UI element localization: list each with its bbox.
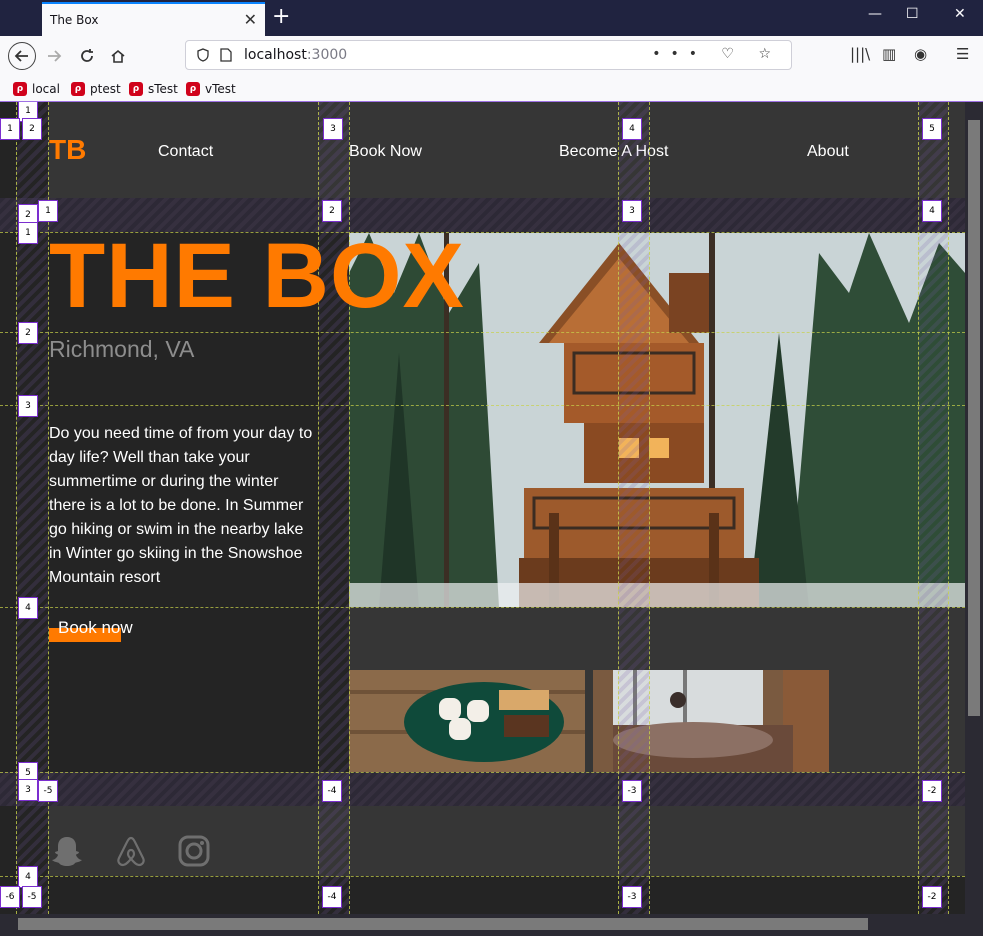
grid-label: 1: [0, 118, 20, 140]
grid-label: -4: [322, 886, 342, 908]
description-text: Do you need time of from your day to day…: [49, 425, 313, 586]
home-button[interactable]: [104, 42, 132, 70]
nav-contact[interactable]: Contact: [158, 143, 213, 161]
grid-line: [0, 405, 965, 406]
library-icon[interactable]: |||\: [850, 45, 870, 63]
pocket-bookmark-icon: ρ: [129, 82, 143, 96]
minimize-button[interactable]: —: [868, 6, 882, 22]
sidebar-icon[interactable]: ▥: [882, 45, 896, 63]
hero-title: THE BOX: [49, 225, 465, 327]
bookmark-label: vTest: [205, 82, 236, 96]
back-button[interactable]: [8, 42, 36, 70]
nav-book-now[interactable]: Book Now: [349, 143, 422, 161]
url-bar[interactable]: localhost:3000 ••• ♡ ☆: [185, 40, 792, 70]
account-icon[interactable]: ◉: [914, 45, 927, 63]
scrollbar-thumb[interactable]: [968, 120, 980, 716]
more-actions-icon[interactable]: •••: [652, 46, 707, 62]
bookmark-label: local: [32, 82, 60, 96]
url-actions: ••• ♡ ☆: [652, 46, 781, 62]
grid-line: [948, 102, 949, 914]
grid-line: [16, 102, 17, 914]
shield-icon: [197, 48, 209, 62]
pocket-bookmark-icon: ρ: [71, 82, 85, 96]
grid-gap-row: [0, 772, 965, 806]
grid-label: 3: [18, 779, 38, 801]
grid-label: 4: [622, 118, 642, 140]
grid-line: [649, 102, 650, 914]
book-now-button[interactable]: Book now: [49, 618, 133, 642]
navigation-toolbar: localhost:3000 ••• ♡ ☆ |||\ ▥ ◉ ☰: [0, 36, 983, 76]
tab-the-box[interactable]: The Box ✕: [42, 2, 265, 36]
nav-about[interactable]: About: [807, 143, 849, 161]
grid-line: [0, 607, 965, 608]
grid-label: 5: [922, 118, 942, 140]
location-subtitle: Richmond, VA: [49, 336, 195, 362]
bookmark-stest[interactable]: ρ sTest: [129, 82, 178, 96]
tab-title: The Box: [50, 13, 99, 27]
grid-label: 4: [922, 200, 942, 222]
airbnb-icon[interactable]: [114, 834, 148, 868]
grid-line: [0, 772, 965, 773]
reload-icon: [81, 49, 93, 62]
grid-line: [349, 102, 350, 914]
grid-line: [0, 332, 965, 333]
grid-label: 3: [323, 118, 343, 140]
grid-line: [0, 876, 965, 877]
bookmark-vtest[interactable]: ρ vTest: [186, 82, 236, 96]
scrollbar-thumb[interactable]: [18, 918, 868, 930]
horizontal-scrollbar[interactable]: [0, 914, 983, 936]
tab-strip: The Box ✕ + — ☐ ✕: [0, 0, 983, 36]
thumb-smores: [349, 670, 585, 772]
bookmark-ptest[interactable]: ρ ptest: [71, 82, 121, 96]
grid-line: [918, 102, 919, 914]
site-logo[interactable]: TB: [49, 134, 86, 166]
grid-label: 1: [18, 222, 38, 244]
web-page: TB Contact Book Now Become A Host About: [0, 102, 965, 914]
pocket-icon[interactable]: ♡: [721, 46, 744, 62]
arrow-left-icon: [14, 50, 28, 62]
grid-label: 4: [18, 866, 38, 888]
url-host: localhost: [244, 47, 307, 63]
page-icon: [220, 48, 232, 62]
book-now-label: Book now: [58, 618, 133, 637]
grid-label: 2: [18, 322, 38, 344]
grid-label: -3: [622, 886, 642, 908]
arrow-right-icon: [48, 50, 62, 62]
grid-label: 3: [622, 200, 642, 222]
url-port: :3000: [306, 47, 348, 63]
menu-icon[interactable]: ☰: [956, 45, 969, 63]
grid-label: -2: [922, 780, 942, 802]
snapchat-icon[interactable]: [50, 834, 84, 868]
bookmark-star-icon[interactable]: ☆: [758, 46, 781, 62]
grid-label: -5: [22, 886, 42, 908]
vertical-scrollbar[interactable]: [965, 102, 983, 914]
pocket-bookmark-icon: ρ: [13, 82, 27, 96]
close-tab-icon[interactable]: ✕: [244, 10, 257, 29]
bookmark-local[interactable]: ρ local: [13, 82, 60, 96]
home-icon: [111, 49, 125, 63]
bookmark-label: ptest: [90, 82, 121, 96]
grid-label: 4: [18, 597, 38, 619]
bookmarks-bar: ρ local ρ ptest ρ sTest ρ vTest: [0, 76, 983, 102]
grid-label: -6: [0, 886, 20, 908]
grid-label: -2: [922, 886, 942, 908]
pocket-bookmark-icon: ρ: [186, 82, 200, 96]
grid-label: 1: [38, 200, 58, 222]
grid-label: -3: [622, 780, 642, 802]
grid-line: [618, 102, 619, 914]
grid-label: -5: [38, 780, 58, 802]
new-tab-button[interactable]: +: [272, 4, 290, 29]
maximize-button[interactable]: ☐: [906, 6, 919, 22]
grid-label: 2: [22, 118, 42, 140]
bookmark-label: sTest: [148, 82, 178, 96]
close-window-button[interactable]: ✕: [954, 6, 966, 22]
grid-label: 2: [322, 200, 342, 222]
instagram-icon[interactable]: [177, 834, 211, 868]
reload-button[interactable]: [73, 42, 101, 70]
nav-become-a-host[interactable]: Become A Host: [559, 143, 668, 161]
grid-label: 3: [18, 395, 38, 417]
grid-label: -4: [322, 780, 342, 802]
forward-button[interactable]: [40, 42, 68, 70]
